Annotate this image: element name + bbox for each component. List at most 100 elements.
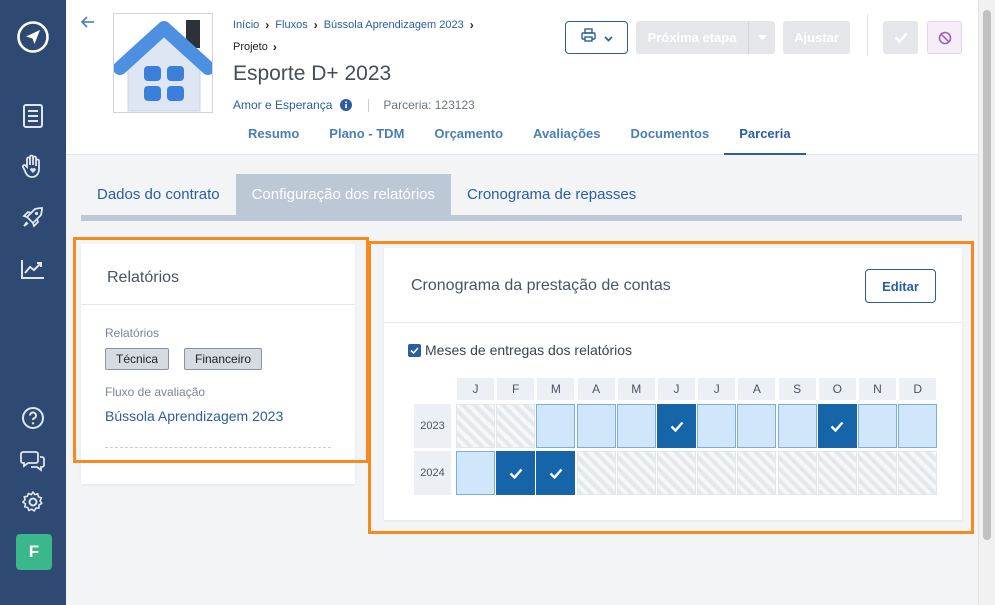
year-label: 2024 bbox=[414, 451, 451, 495]
scrollbar-thumb[interactable] bbox=[983, 10, 991, 540]
month-cell-disabled bbox=[616, 451, 656, 495]
project-tabs: Resumo Plano - TDM Orçamento Avaliações … bbox=[233, 121, 806, 155]
avatar[interactable]: F bbox=[16, 534, 52, 570]
divider bbox=[384, 322, 962, 323]
month-cell[interactable] bbox=[737, 404, 777, 448]
block-icon bbox=[938, 31, 951, 44]
breadcrumb-flow[interactable]: Bússola Aprendizagem 2023 bbox=[324, 19, 464, 31]
gear-icon[interactable] bbox=[17, 486, 49, 518]
check-icon bbox=[830, 421, 844, 432]
chevron-down-icon[interactable] bbox=[748, 21, 775, 54]
breadcrumb-fluxos[interactable]: Fluxos bbox=[275, 19, 307, 31]
next-step-button[interactable]: Próxima etapa bbox=[636, 21, 775, 54]
month-cell-disabled bbox=[496, 404, 536, 448]
month-cell-disabled bbox=[777, 451, 817, 495]
subtab-dados-contrato[interactable]: Dados do contrato bbox=[81, 174, 236, 215]
scrollbar[interactable] bbox=[978, 0, 995, 605]
month-header: M bbox=[537, 378, 575, 400]
sub-breadcrumb: Projeto › bbox=[233, 40, 283, 54]
meta-divider bbox=[368, 98, 370, 112]
month-cell-disabled bbox=[817, 451, 857, 495]
tab-parceria[interactable]: Parceria bbox=[724, 121, 806, 155]
tab-resumo[interactable]: Resumo bbox=[233, 121, 314, 155]
month-cell[interactable] bbox=[616, 404, 656, 448]
document-icon[interactable] bbox=[17, 100, 49, 132]
month-cell[interactable] bbox=[536, 404, 576, 448]
month-cell-disabled bbox=[576, 451, 616, 495]
toolbar-divider bbox=[867, 14, 868, 56]
month-cell[interactable] bbox=[576, 404, 616, 448]
month-cell-disabled bbox=[898, 451, 938, 495]
month-header: F bbox=[497, 378, 535, 400]
month-header: M bbox=[617, 378, 655, 400]
project-meta: Amor e Esperança Parceria: 123123 bbox=[233, 98, 475, 112]
flow-label: Fluxo de avaliação bbox=[105, 385, 206, 399]
hand-heart-icon[interactable] bbox=[17, 150, 49, 182]
month-cell[interactable] bbox=[456, 451, 495, 495]
delivery-months-checkbox-row[interactable]: Meses de entregas dos relatórios bbox=[408, 342, 632, 358]
sub-breadcrumb-label[interactable]: Projeto bbox=[233, 41, 268, 53]
breadcrumb: Início › Fluxos › Bússola Aprendizagem 2… bbox=[233, 18, 480, 32]
tab-orcamento[interactable]: Orçamento bbox=[419, 121, 518, 155]
adjust-button[interactable]: Ajustar bbox=[783, 21, 850, 54]
chart-icon[interactable] bbox=[17, 253, 49, 285]
month-cell-selected[interactable] bbox=[536, 451, 576, 495]
back-arrow-icon[interactable] bbox=[80, 14, 96, 35]
year-label: 2023 bbox=[414, 404, 451, 448]
chevron-down-icon bbox=[603, 29, 613, 47]
month-cell[interactable] bbox=[898, 404, 938, 448]
info-icon[interactable] bbox=[340, 99, 353, 111]
tab-avaliacoes[interactable]: Avaliações bbox=[518, 121, 615, 155]
month-cell-selected[interactable] bbox=[657, 404, 696, 448]
subtab-underline bbox=[81, 215, 962, 221]
month-cell[interactable] bbox=[777, 404, 817, 448]
breadcrumb-separator: › bbox=[272, 40, 277, 54]
sidebar: F bbox=[0, 0, 66, 605]
month-header: N bbox=[859, 378, 896, 400]
chat-icon[interactable] bbox=[17, 444, 49, 476]
project-logo bbox=[113, 13, 213, 113]
breadcrumb-inicio[interactable]: Início bbox=[233, 19, 259, 31]
breadcrumb-separator: › bbox=[265, 18, 270, 32]
divider bbox=[81, 304, 355, 305]
month-header: A bbox=[738, 378, 776, 400]
next-step-label: Próxima etapa bbox=[647, 30, 737, 45]
schedule-card-title: Cronograma da prestação de contas bbox=[411, 277, 671, 294]
month-cell-selected[interactable] bbox=[496, 451, 536, 495]
logo-icon[interactable] bbox=[16, 20, 50, 54]
month-header: J bbox=[698, 378, 736, 400]
dashed-divider bbox=[105, 447, 331, 448]
month-cell-selected[interactable] bbox=[817, 404, 857, 448]
page-title: Esporte D+ 2023 bbox=[233, 62, 392, 85]
month-cell-disabled bbox=[737, 451, 777, 495]
checkbox-checked-icon[interactable] bbox=[408, 343, 421, 357]
month-header: S bbox=[778, 378, 816, 400]
print-button[interactable] bbox=[565, 21, 628, 54]
flow-link[interactable]: Bússola Aprendizagem 2023 bbox=[105, 408, 283, 424]
report-tag-tecnica: Técnica bbox=[105, 348, 170, 370]
month-header: J bbox=[457, 378, 494, 400]
approve-button[interactable] bbox=[883, 21, 918, 54]
reports-card-title: Relatórios bbox=[107, 269, 180, 286]
tab-plano-tdm[interactable]: Plano - TDM bbox=[314, 121, 419, 155]
rocket-icon[interactable] bbox=[17, 201, 49, 233]
report-tag-financeiro: Financeiro bbox=[184, 348, 263, 370]
month-cell-disabled bbox=[657, 451, 696, 495]
cancel-button[interactable] bbox=[927, 21, 962, 54]
schedule-card: Cronograma da prestação de contas Editar… bbox=[384, 248, 962, 520]
month-header: D bbox=[899, 378, 937, 400]
month-header: A bbox=[577, 378, 615, 400]
tab-documentos[interactable]: Documentos bbox=[616, 121, 725, 155]
organization-link[interactable]: Amor e Esperança bbox=[233, 98, 332, 112]
reports-card: Relatórios Relatórios Técnica Financeiro… bbox=[81, 244, 355, 484]
month-cell[interactable] bbox=[697, 404, 737, 448]
subtab-configuracao-relatorios[interactable]: Configuração dos relatórios bbox=[235, 174, 452, 215]
edit-button[interactable]: Editar bbox=[865, 269, 936, 303]
check-icon bbox=[670, 421, 683, 432]
subtab-cronograma-repasses[interactable]: Cronograma de repasses bbox=[451, 174, 652, 215]
help-icon[interactable] bbox=[17, 402, 49, 434]
delivery-months-label: Meses de entregas dos relatórios bbox=[425, 342, 632, 358]
month-cell[interactable] bbox=[858, 404, 897, 448]
month-cell-disabled bbox=[697, 451, 737, 495]
month-cell-disabled bbox=[858, 451, 897, 495]
